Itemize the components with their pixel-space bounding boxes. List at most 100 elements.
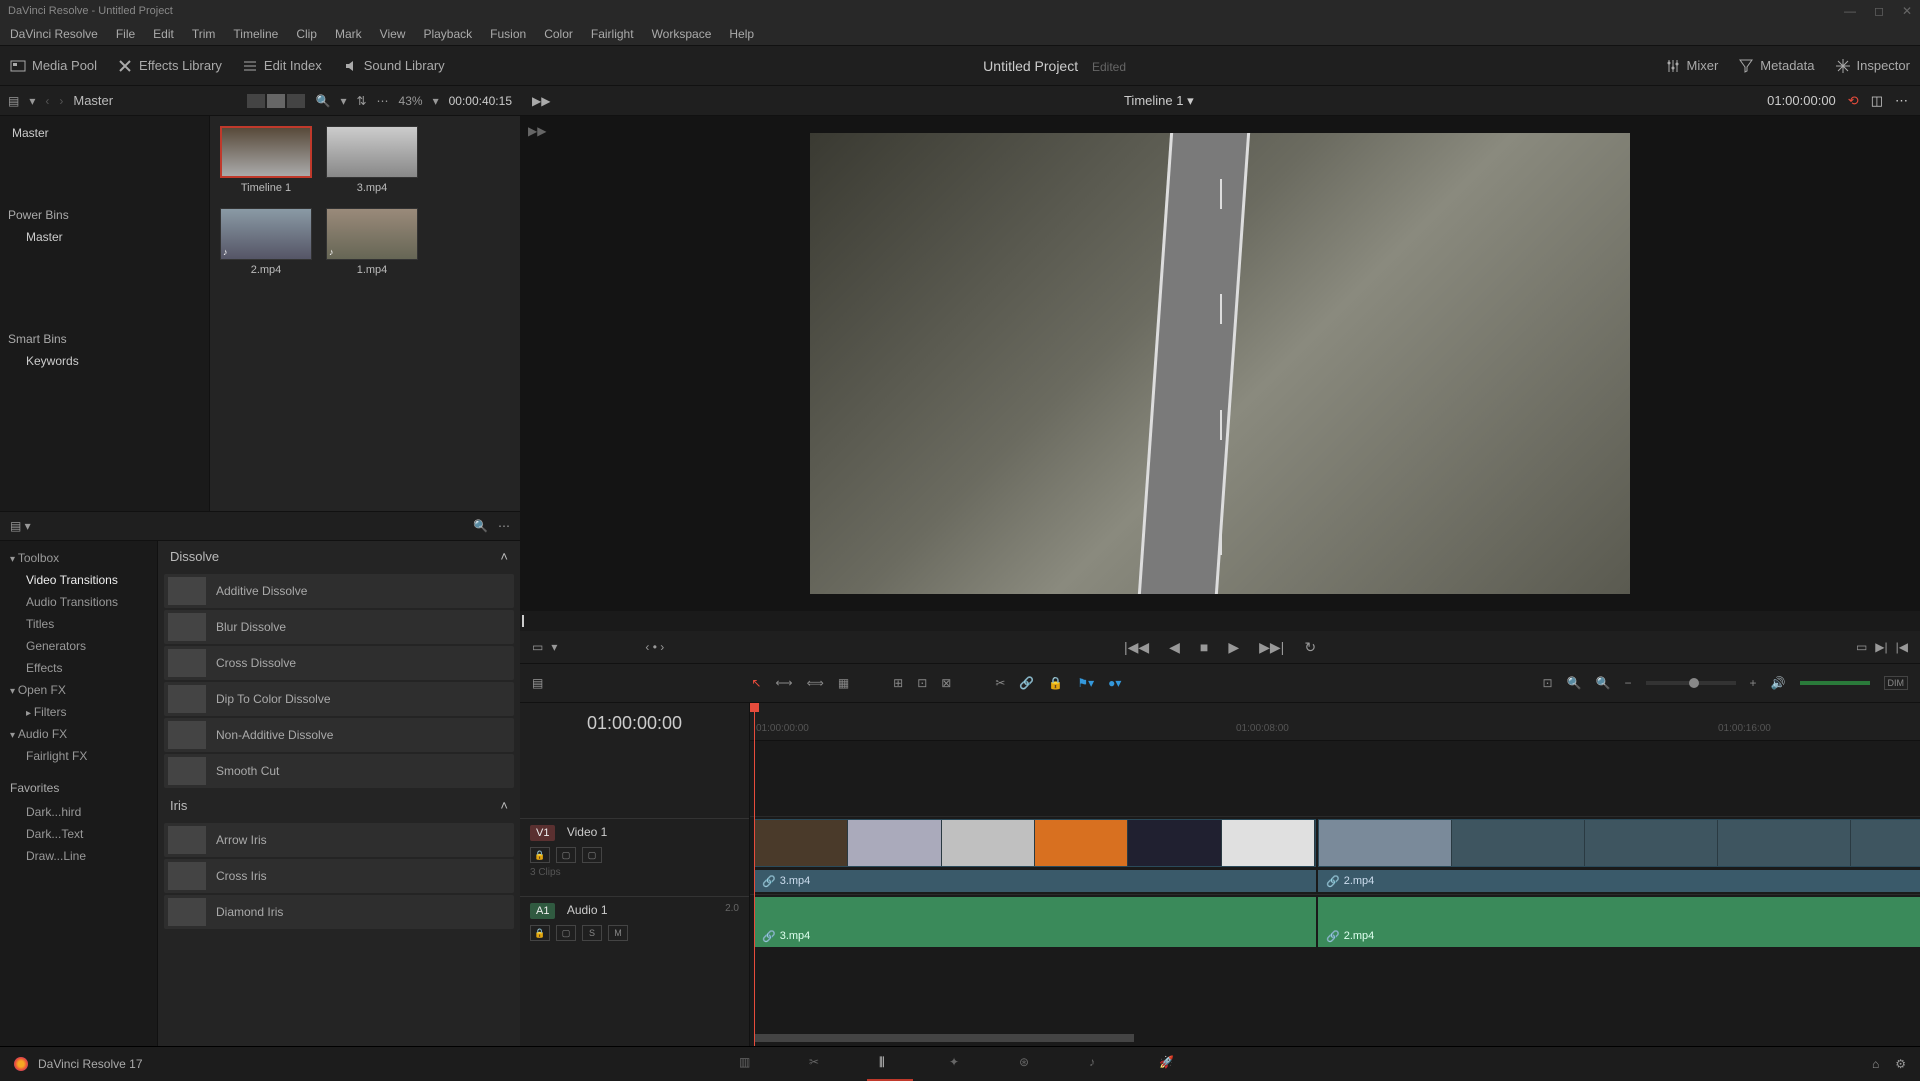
chevron-down-icon[interactable]: ▾ xyxy=(340,94,346,108)
timeline-name[interactable]: Timeline 1 xyxy=(1124,93,1183,108)
record-timecode[interactable]: 01:00:00:00 xyxy=(1767,93,1836,108)
fx-item[interactable]: Smooth Cut xyxy=(164,754,514,788)
breadcrumb[interactable]: Master xyxy=(73,93,113,108)
sound-library-toggle[interactable]: Sound Library xyxy=(342,58,445,74)
menu-item[interactable]: View xyxy=(380,27,406,41)
more-icon[interactable]: ⋯ xyxy=(498,519,510,533)
video-clip[interactable] xyxy=(754,819,1316,867)
volume-slider[interactable] xyxy=(1800,681,1870,685)
track-lock-button[interactable]: 🔒 xyxy=(530,925,550,941)
zoom-fit-icon[interactable]: ⊡ xyxy=(1543,676,1553,690)
media-page-button[interactable]: ▥ xyxy=(739,1055,761,1073)
search-icon[interactable]: 🔍 xyxy=(473,519,488,533)
overwrite-icon[interactable]: ⊡ xyxy=(917,676,927,690)
menu-item[interactable]: Help xyxy=(729,27,754,41)
zoom-slider[interactable] xyxy=(1689,678,1699,688)
bin-item[interactable]: Keywords xyxy=(8,350,201,372)
more-icon[interactable]: ⋯ xyxy=(1895,93,1908,109)
inspector-toggle[interactable]: Inspector xyxy=(1835,58,1910,74)
viewer-mode-icon[interactable]: ▭ xyxy=(532,640,543,654)
tree-audiofx[interactable]: Audio FX xyxy=(0,723,157,745)
volume-icon[interactable]: 🔊 xyxy=(1771,676,1786,690)
next-clip-button[interactable]: ▶▶| xyxy=(1259,639,1284,656)
favorite-item[interactable]: Draw...Line xyxy=(0,845,157,867)
fx-item[interactable]: Arrow Iris xyxy=(164,823,514,857)
fx-item[interactable]: Diamond Iris xyxy=(164,895,514,929)
cut-page-button[interactable]: ✂ xyxy=(809,1055,831,1073)
play-button[interactable]: ▶ xyxy=(1228,639,1239,656)
zoom-level[interactable]: 43% xyxy=(399,94,423,108)
chevron-down-icon[interactable]: ▾ xyxy=(433,94,439,108)
maximize-icon[interactable]: ◻ xyxy=(1874,4,1884,18)
detail-zoom-icon[interactable]: 🔍 xyxy=(1567,676,1582,690)
track-lock-button[interactable]: 🔒 xyxy=(530,847,550,863)
viewer-monitor[interactable]: ▶▶ xyxy=(520,116,1920,611)
tree-openfx[interactable]: Open FX xyxy=(0,679,157,701)
chevron-down-icon[interactable]: ▾ xyxy=(551,640,557,654)
custom-zoom-icon[interactable]: 🔍 xyxy=(1596,676,1611,690)
video-clip[interactable] xyxy=(1318,819,1920,867)
sort-icon[interactable]: ⇅ xyxy=(356,94,366,108)
tree-generators[interactable]: Generators xyxy=(0,635,157,657)
timeline-ruler[interactable]: 01:00:00:00 01:00:08:00 01:00:16:00 xyxy=(750,703,1920,741)
menu-item[interactable]: Mark xyxy=(335,27,362,41)
video-track[interactable]: 🔗3.mp4 🔗2.mp4 xyxy=(750,816,1920,894)
track-auto-button[interactable]: ▢ xyxy=(556,925,576,941)
metadata-toggle[interactable]: Metadata xyxy=(1738,58,1814,74)
track-auto-button[interactable]: ▢ xyxy=(556,847,576,863)
loop-button[interactable]: ↻ xyxy=(1304,639,1316,656)
view-mode-toggle[interactable] xyxy=(247,94,305,108)
marker-icon[interactable]: ●▾ xyxy=(1108,676,1121,690)
bin-view-icon[interactable]: ▤ ▾ xyxy=(10,519,31,533)
tree-titles[interactable]: Titles xyxy=(0,613,157,635)
minimize-icon[interactable]: — xyxy=(1844,4,1856,18)
tree-filters[interactable]: Filters xyxy=(0,701,157,723)
audio-clip[interactable]: 🔗3.mp4 xyxy=(754,897,1316,947)
fairlight-page-button[interactable]: ♪ xyxy=(1089,1055,1111,1073)
tree-audio-transitions[interactable]: Audio Transitions xyxy=(0,591,157,613)
clip-item[interactable]: ♪ 1.mp4 xyxy=(326,208,418,276)
zoom-out-icon[interactable]: − xyxy=(1625,676,1632,690)
menu-item[interactable]: Edit xyxy=(153,27,174,41)
fx-item[interactable]: Non-Additive Dissolve xyxy=(164,718,514,752)
trim-tool[interactable]: ⟷ xyxy=(775,676,792,690)
edit-index-toggle[interactable]: Edit Index xyxy=(242,58,322,74)
selection-tool[interactable]: ↖ xyxy=(751,676,761,690)
search-icon[interactable]: 🔍 xyxy=(315,94,330,108)
tree-video-transitions[interactable]: Video Transitions xyxy=(0,569,157,591)
fx-group-header[interactable]: Iris˄ xyxy=(158,790,520,821)
menu-item[interactable]: Timeline xyxy=(233,27,278,41)
close-icon[interactable]: ✕ xyxy=(1902,4,1912,18)
menu-item[interactable]: Fairlight xyxy=(591,27,634,41)
track-badge[interactable]: V1 xyxy=(530,825,555,841)
audio-track-header[interactable]: A1 Audio 1 2.0 🔒 ▢ S M xyxy=(520,896,749,974)
dual-view-icon[interactable]: ◫ xyxy=(1871,93,1883,109)
zoom-in-icon[interactable]: + xyxy=(1750,676,1757,690)
clip-item[interactable]: ♪ 2.mp4 xyxy=(220,208,312,276)
track-visible-button[interactable]: ▢ xyxy=(582,847,602,863)
bin-view-icon[interactable]: ▤ xyxy=(8,94,19,108)
timeline-timecode[interactable]: 01:00:00:00 xyxy=(520,703,749,743)
go-start-icon[interactable]: |◀ xyxy=(1896,640,1908,654)
menu-item[interactable]: Clip xyxy=(296,27,317,41)
expand-icon[interactable]: ▶▶ xyxy=(532,94,550,108)
fx-item[interactable]: Cross Dissolve xyxy=(164,646,514,680)
blade-tool[interactable]: ▦ xyxy=(838,676,849,690)
viewer-scrubber[interactable] xyxy=(520,611,1920,631)
bin-item[interactable]: Master xyxy=(8,226,201,248)
audio-track[interactable]: 🔗3.mp4 🔗2.mp4 xyxy=(750,894,1920,972)
color-page-button[interactable]: ⊛ xyxy=(1019,1055,1041,1073)
fx-item[interactable]: Additive Dissolve xyxy=(164,574,514,608)
blade-icon[interactable]: ✂ xyxy=(995,676,1005,690)
step-back-button[interactable]: ◀ xyxy=(1169,639,1180,656)
clip-item[interactable]: Timeline 1 xyxy=(220,126,312,194)
flag-icon[interactable]: ⚑▾ xyxy=(1077,676,1094,690)
menu-item[interactable]: Playback xyxy=(423,27,472,41)
stop-button[interactable]: ■ xyxy=(1200,639,1208,655)
mixer-toggle[interactable]: Mixer xyxy=(1665,58,1719,74)
track-solo-button[interactable]: S xyxy=(582,925,602,941)
menu-item[interactable]: Trim xyxy=(192,27,216,41)
menu-item[interactable]: DaVinci Resolve xyxy=(10,27,98,41)
dim-button[interactable]: DIM xyxy=(1884,676,1909,690)
favorite-item[interactable]: Dark...Text xyxy=(0,823,157,845)
